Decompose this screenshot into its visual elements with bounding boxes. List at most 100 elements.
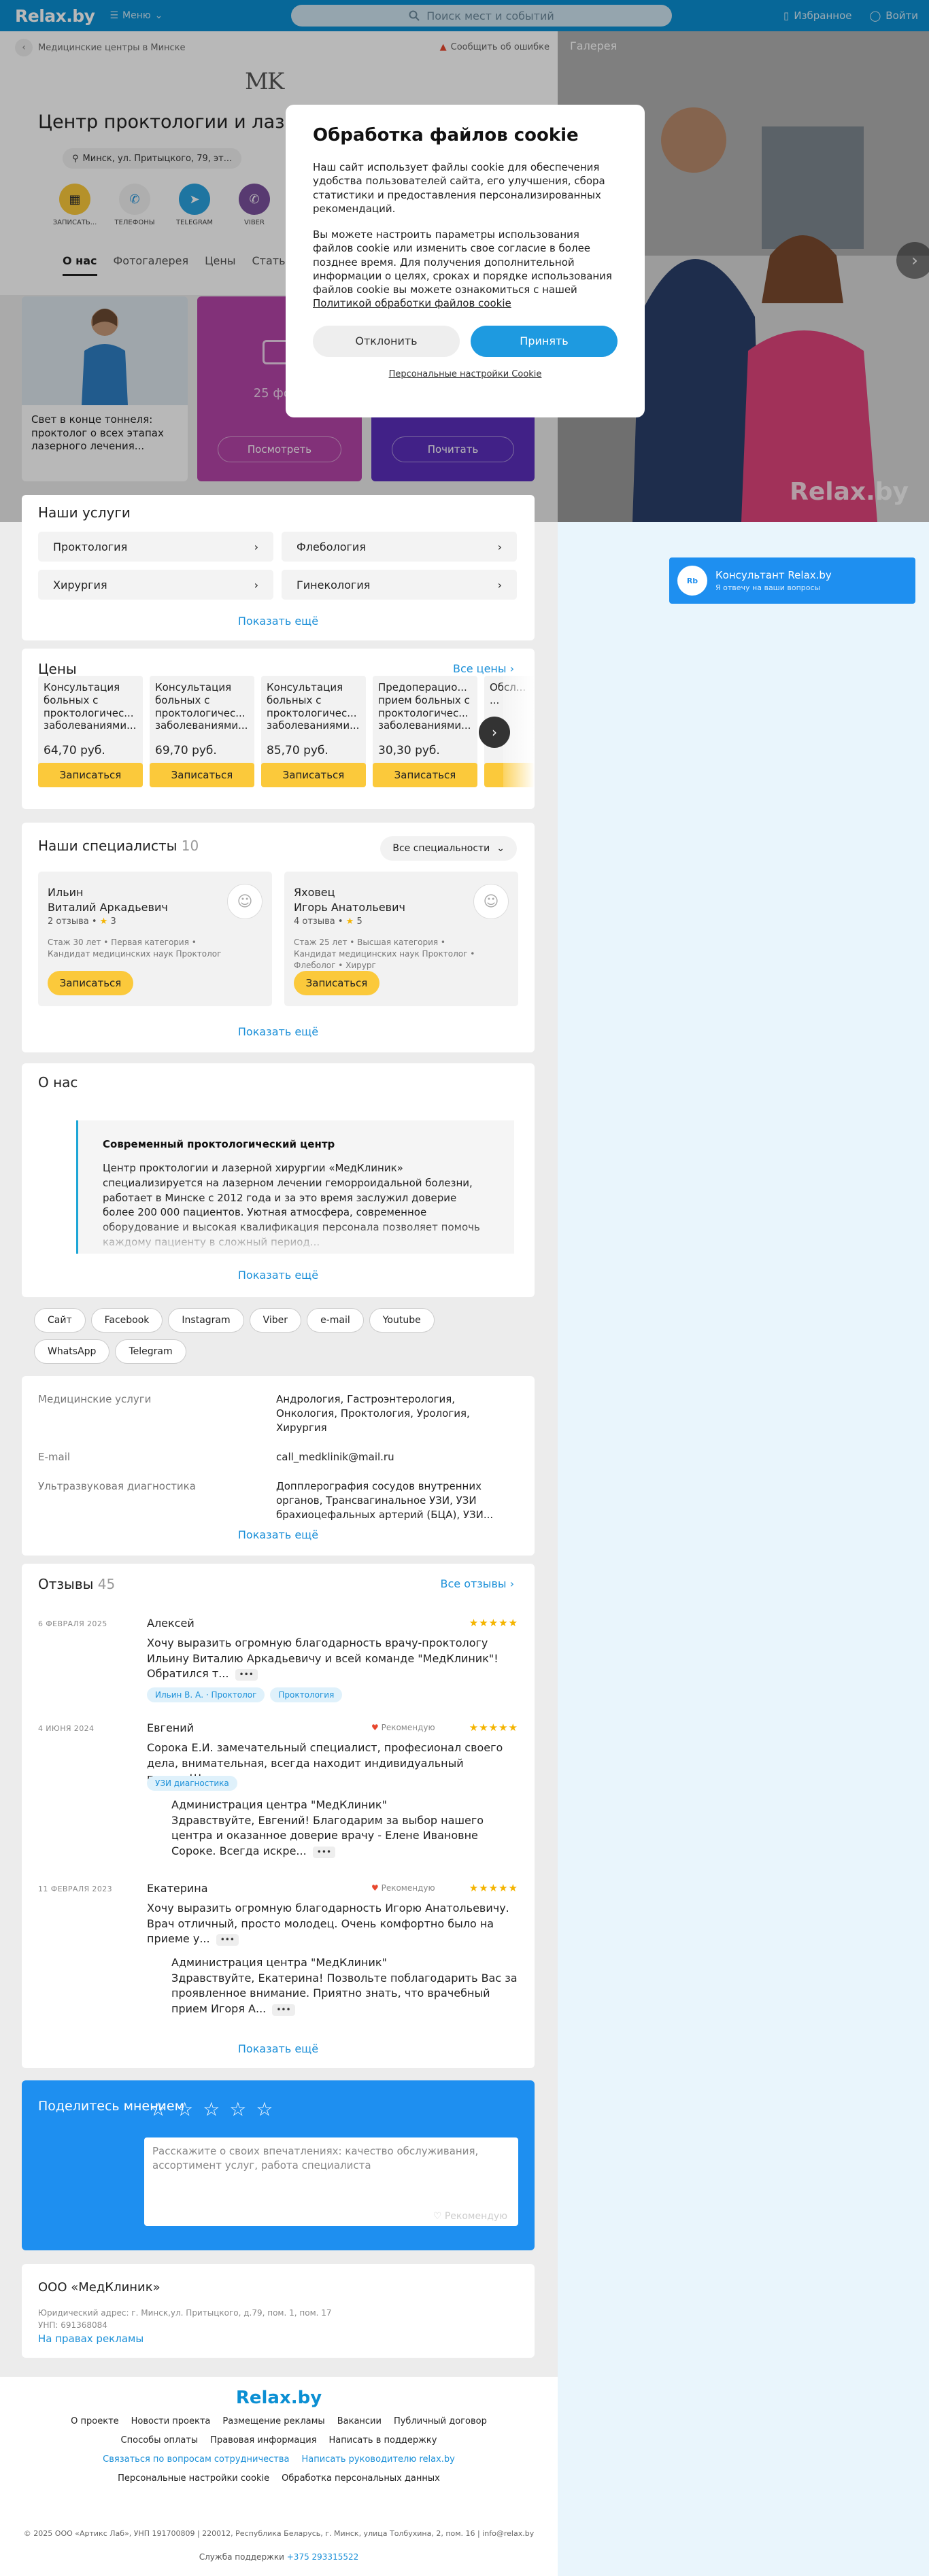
link-site[interactable]: Сайт [34,1308,86,1333]
review-stars: ★★★★★ [469,1882,518,1894]
chevron-right-icon: › [254,578,258,591]
reviews-card: Отзывы 45 Все отзывы › 6 ФЕВРАЛЯ 2025 Ал… [22,1564,535,2068]
property-row: E-mail call_medklinik@mail.ru [38,1450,514,1464]
specialists-count: 10 [181,838,199,854]
footer-link[interactable]: Размещение рекламы [222,2416,324,2426]
all-reviews-label: Все отзывы [440,1577,507,1590]
book-button[interactable]: Записаться [261,763,366,787]
specialist-details: Стаж 25 лет • Высшая категория • Кандида… [294,938,475,970]
service-label: Гинекология [297,578,371,591]
cookie-text-1: Наш сайт использует файлы cookie для обе… [313,161,605,215]
more-icon[interactable]: ••• [312,1847,336,1859]
footer-link[interactable]: Публичный договор [394,2416,487,2426]
specialists-more-link[interactable]: Показать ещё [22,1025,535,1038]
about-more-link[interactable]: Показать ещё [22,1269,535,1282]
support-phone[interactable]: +375 293315522 [287,2552,359,2562]
footer-link[interactable]: Новости проекта [131,2416,211,2426]
ad-disclaimer: На правах рекламы [38,2333,144,2345]
review-text: Хочу выразить огромную благодарность Иго… [147,1901,518,1947]
footer-link[interactable]: О проекте [71,2416,119,2426]
link-instagram[interactable]: Instagram [168,1308,244,1333]
more-icon[interactable]: ••• [272,2004,295,2016]
book-button[interactable]: Записаться [373,763,477,787]
reviews-more-link[interactable]: Показать ещё [22,2042,535,2055]
review-item: 4 ИЮНЯ 2024 Евгений ♥ Рекомендую ★★★★★ С… [38,1721,518,1860]
services-more-link[interactable]: Показать ещё [22,615,535,628]
more-icon[interactable]: ••• [235,1669,258,1681]
footer-support: Служба поддержки +375 293315522 [0,2552,558,2562]
specialist-card[interactable]: Яховец Игорь Анатольевич 4 отзыва • ★ 5 С… [284,872,518,1006]
footer-link[interactable]: Написать в поддержку [329,2435,437,2445]
recommend-checkbox[interactable]: ♡ Рекомендую [433,2211,507,2222]
link-telegram[interactable]: Telegram [115,1339,186,1364]
properties-more-link[interactable]: Показать ещё [22,1528,535,1541]
rating-value: 3 [110,916,116,927]
service-label: Хирургия [53,578,107,591]
all-prices-link[interactable]: Все цены › [453,662,514,675]
footer: Relax.by О проекте Новости проекта Разме… [0,2377,558,2576]
link-email[interactable]: e-mail [307,1308,364,1333]
footer-link[interactable]: Способы оплаты [121,2435,199,2445]
service-item[interactable]: Хирургия › [38,570,273,600]
recommend-label: Рекомендую [381,1723,435,1732]
property-key: Ультразвуковая диагностика [38,1480,196,1492]
specialty-filter[interactable]: Все специальности ⌄ [380,836,517,861]
consultant-widget[interactable]: Rb Консультант Relax.by Я отвечу на ваши… [669,557,915,604]
specialist-card[interactable]: Ильин Виталий Аркадьевич 2 отзыва • ★ 3 С… [38,872,272,1006]
recommend-checkbox-label: Рекомендую [444,2211,507,2222]
reply-author: Администрация центра "МедКлиник" [171,1798,387,1811]
footer-link[interactable]: Персональные настройки cookie [118,2473,269,2484]
property-row: Медицинские услуги Андрология, Гастроэнте… [38,1392,514,1435]
cookie-settings-link[interactable]: Персональные настройки Cookie [313,369,618,379]
review-tag[interactable]: Проктология [270,1687,343,1702]
price-item[interactable]: Консультация больных с проктологичес... … [150,676,254,787]
service-item[interactable]: Проктология › [38,532,273,562]
review-author: Евгений [147,1721,195,1734]
review-item: 6 ФЕВРАЛЯ 2025 Алексей ★★★★★ Хочу вырази… [38,1617,518,1702]
reply-author: Администрация центра "МедКлиник" [171,1956,387,1969]
avatar-placeholder-icon: ☺ [227,884,263,919]
service-item[interactable]: Гинекология › [282,570,517,600]
chevron-right-icon: › [509,1577,514,1590]
price-item[interactable]: Предоперацио... прием больных с проктоло… [373,676,477,787]
decline-button[interactable]: Отклонить [313,325,460,357]
price-item[interactable]: Консультация больных с проктологичес... … [261,676,366,787]
more-icon[interactable]: ••• [216,1934,239,1946]
footer-link[interactable]: Вакансии [337,2416,382,2426]
prices-next-button[interactable]: › [479,717,510,748]
review-tags: УЗИ диагностика [147,1776,237,1791]
cookie-text-2-body: Вы можете настроить параметры использова… [313,228,612,296]
book-button[interactable]: Записаться [38,763,143,787]
price-value: 69,70 руб. [155,744,217,757]
all-reviews-link[interactable]: Все отзывы › [440,1577,514,1590]
footer-link[interactable]: Написать руководителю relax.by [301,2454,454,2465]
footer-link[interactable]: Правовая информация [210,2435,316,2445]
accept-button[interactable]: Принять [471,325,618,357]
footer-logo[interactable]: Relax.by [0,2388,558,2408]
footer-link[interactable]: Обработка персональных данных [282,2473,440,2484]
price-name: Консультация больных с проктологичес... … [155,681,248,732]
link-facebook[interactable]: Facebook [90,1308,163,1333]
service-item[interactable]: Флебология › [282,532,517,562]
rating-stars-input[interactable]: ☆☆☆☆☆ [150,2098,283,2120]
review-author: Алексей [147,1617,195,1630]
book-button[interactable]: Записаться [150,763,254,787]
footer-link[interactable]: Связаться по вопросам сотрудничества [103,2454,289,2465]
link-youtube[interactable]: Youtube [369,1308,435,1333]
book-specialist-button[interactable]: Записаться [294,971,379,995]
specialty-filter-label: Все специальности [392,843,490,854]
review-text-body: Хочу выразить огромную благодарность вра… [147,1636,499,1681]
link-whatsapp[interactable]: WhatsApp [34,1339,110,1364]
cookie-policy-link[interactable]: Политикой обработки файлов cookie [313,297,511,309]
book-specialist-button[interactable]: Записаться [48,971,133,995]
review-tag[interactable]: УЗИ диагностика [147,1776,237,1791]
price-item[interactable]: Консультация больных с проктологичес... … [38,676,143,787]
property-row: Ультразвуковая диагностика Допплерография… [38,1479,514,1522]
review-tag[interactable]: Ильин В. А. · Проктолог [147,1687,265,1702]
prices-card: Цены Все цены › Консультация больных с п… [22,649,535,809]
specialists-title: Наши специалисты 10 [38,838,199,854]
link-viber[interactable]: Viber [249,1308,302,1333]
property-value[interactable]: call_medklinik@mail.ru [276,1450,514,1464]
specialist-reviews: 4 отзыва • ★ 5 [294,916,362,927]
properties-list: Медицинские услуги Андрология, Гастроэнте… [38,1392,514,1537]
